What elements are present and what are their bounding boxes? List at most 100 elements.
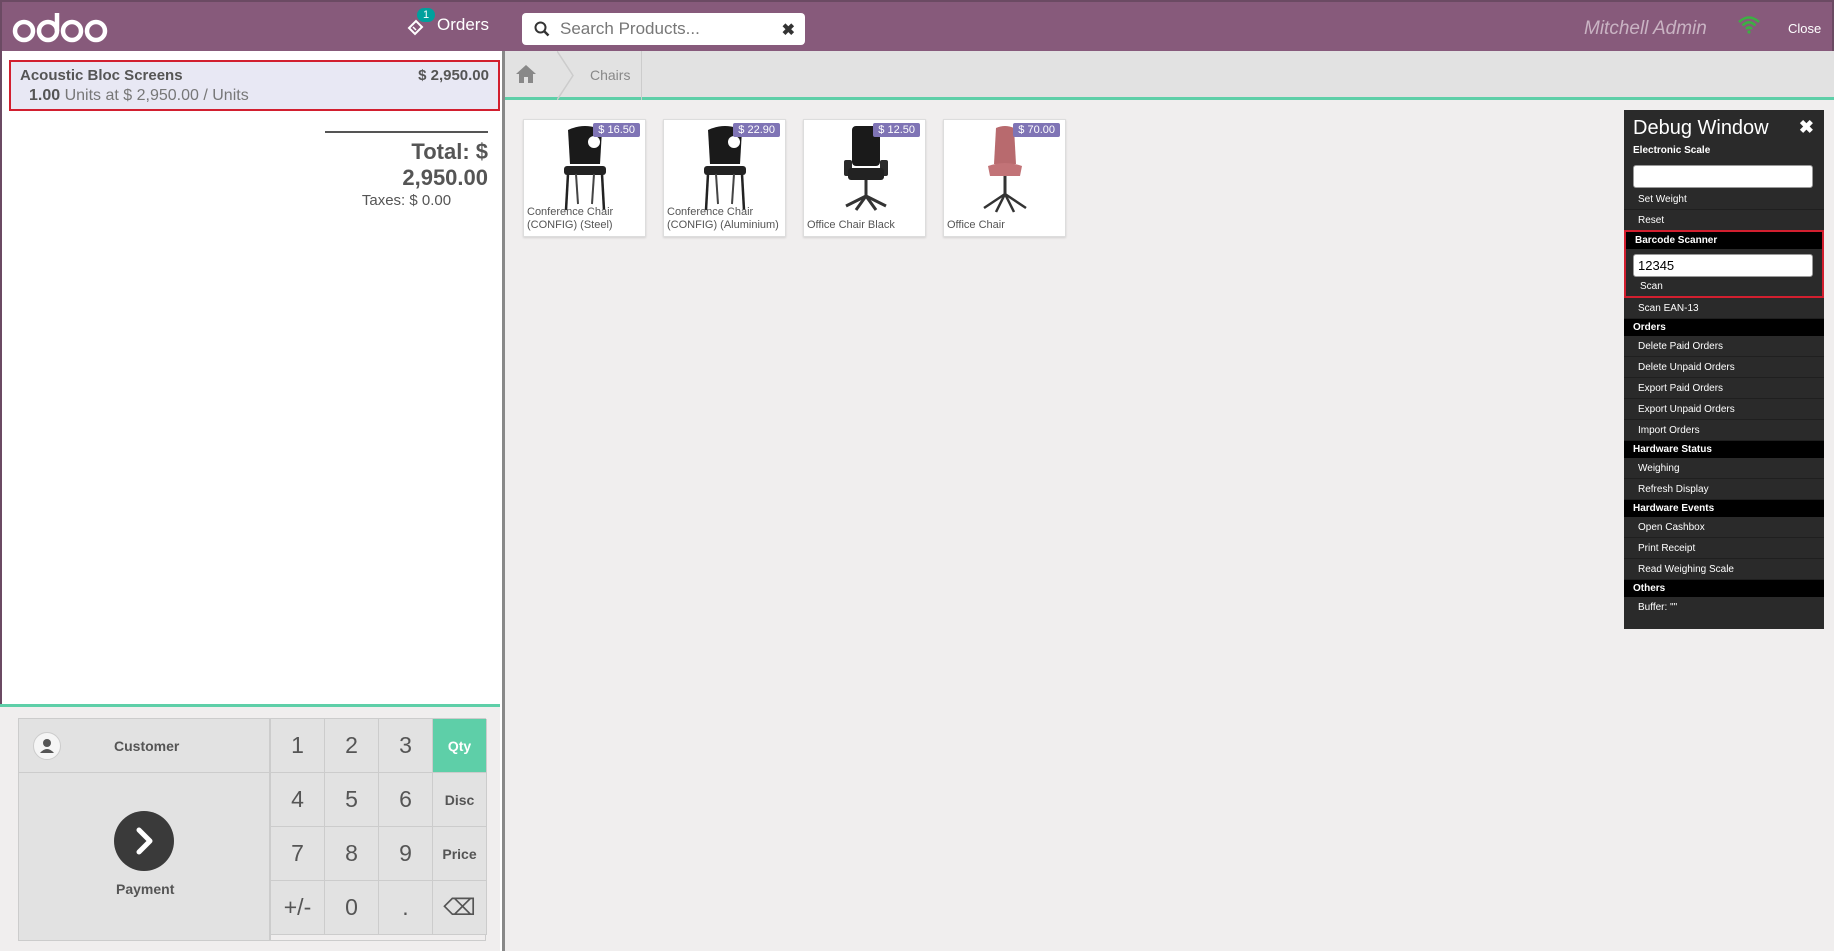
orders-count-badge: 1	[417, 8, 436, 22]
debug-section-hardware-status: Hardware Status	[1624, 441, 1824, 458]
set-weight-button[interactable]: Set Weight	[1624, 189, 1824, 210]
breadcrumb-separator	[557, 51, 574, 100]
open-cashbox-button[interactable]: Open Cashbox	[1624, 517, 1824, 538]
debug-section-electronic-scale: Electronic Scale	[1633, 145, 1711, 156]
debug-section-orders: Orders	[1624, 319, 1824, 336]
user-name[interactable]: Mitchell Admin	[1584, 18, 1707, 40]
debug-section-hardware-events: Hardware Events	[1624, 500, 1824, 517]
breadcrumb-divider	[641, 51, 642, 100]
numpad-key-8[interactable]: 8	[325, 827, 379, 881]
payment-arrow-icon	[114, 811, 174, 871]
close-button[interactable]: Close	[1788, 21, 1821, 36]
numpad-key-6[interactable]: 6	[379, 773, 433, 827]
numpad-key-plus-minus[interactable]: +/-	[271, 881, 325, 935]
order-taxes: Taxes: $ 0.00	[361, 192, 452, 209]
product-price-tag: $ 70.00	[1013, 123, 1060, 137]
payment-button[interactable]: Payment	[19, 773, 269, 940]
product-price-tag: $ 16.50	[593, 123, 640, 137]
buffer-readout: Buffer: ""	[1638, 602, 1678, 613]
order-line-product-name: Acoustic Bloc Screens	[20, 67, 183, 84]
mode-disc-button[interactable]: Disc	[433, 773, 487, 827]
search-box: ✖	[522, 13, 805, 45]
export-paid-orders-button[interactable]: Export Paid Orders	[1624, 378, 1824, 399]
reset-button[interactable]: Reset	[1624, 210, 1824, 231]
numpad-key-5[interactable]: 5	[325, 773, 379, 827]
ticket-icon: 1	[407, 8, 436, 36]
payment-label: Payment	[116, 881, 175, 897]
product-card[interactable]: $ 70.00 Office Chair	[943, 119, 1066, 237]
scan-ean13-button[interactable]: Scan EAN-13	[1624, 298, 1824, 319]
office-chair-pink-image	[983, 126, 1027, 213]
product-price-tag: $ 22.90	[733, 123, 780, 137]
home-icon[interactable]	[515, 64, 537, 84]
control-panel: Customer Payment 1 2 3 Qty 4 5 6 Disc 7 …	[0, 704, 500, 951]
product-card[interactable]: $ 22.90 Conference Chair (CONFIG) (Alumi…	[663, 119, 786, 237]
product-name-line: Office Chair Black	[807, 219, 895, 231]
debug-window: Debug Window ✖ Electronic Scale Set Weig…	[1624, 110, 1824, 629]
mode-price-button[interactable]: Price	[433, 827, 487, 881]
black-chair-image	[704, 126, 746, 211]
search-icon	[534, 21, 550, 37]
read-weighing-scale-button[interactable]: Read Weighing Scale	[1624, 559, 1824, 580]
debug-title: Debug Window	[1633, 117, 1769, 139]
debug-section-others: Others	[1624, 580, 1824, 597]
refresh-display-button[interactable]: Refresh Display	[1624, 479, 1824, 500]
numpad: 1 2 3 Qty 4 5 6 Disc 7 8 9 Price +/- 0 .…	[270, 718, 487, 941]
weighing-status[interactable]: Weighing	[1624, 458, 1824, 479]
action-pad: Customer Payment	[18, 718, 270, 941]
black-chair-image	[564, 126, 606, 211]
product-price-tag: $ 12.50	[873, 123, 920, 137]
mode-qty-button[interactable]: Qty	[433, 719, 487, 773]
numpad-key-7[interactable]: 7	[271, 827, 325, 881]
customer-label: Customer	[114, 738, 180, 754]
import-orders-button[interactable]: Import Orders	[1624, 420, 1824, 441]
numpad-key-dot[interactable]: .	[379, 881, 433, 935]
product-name: Conference Chair (CONFIG) (Aluminium)	[667, 206, 779, 232]
search-clear-icon[interactable]: ✖	[782, 20, 795, 40]
product-name: Office Chair	[947, 219, 1005, 232]
order-line-info: 1.00 Units at $ 2,950.00 / Units	[29, 87, 249, 105]
numpad-key-9[interactable]: 9	[379, 827, 433, 881]
delete-unpaid-orders-button[interactable]: Delete Unpaid Orders	[1624, 357, 1824, 378]
customer-avatar-icon	[33, 732, 61, 760]
product-card[interactable]: $ 16.50 Conference Chair (CONFIG) (Steel…	[523, 119, 646, 237]
product-card[interactable]: $ 12.50 Office Chair Black	[803, 119, 926, 237]
order-line-unit-info: Units at $ 2,950.00 / Units	[64, 87, 249, 104]
numpad-key-4[interactable]: 4	[271, 773, 325, 827]
odoo-logo[interactable]	[12, 7, 112, 47]
numpad-key-0[interactable]: 0	[325, 881, 379, 935]
order-line-qty: 1.00	[29, 87, 61, 104]
debug-section-barcode-scanner: Barcode Scanner	[1626, 232, 1822, 249]
product-name: Office Chair Black	[807, 219, 895, 232]
product-name-line: Conference Chair	[667, 206, 754, 218]
product-name-line: (CONFIG) (Aluminium)	[667, 219, 779, 231]
product-name-line: Office Chair	[947, 219, 1005, 231]
weight-input[interactable]	[1633, 165, 1813, 188]
delete-paid-orders-button[interactable]: Delete Paid Orders	[1624, 336, 1824, 357]
numpad-key-3[interactable]: 3	[379, 719, 433, 773]
product-name: Conference Chair (CONFIG) (Steel)	[527, 206, 613, 232]
order-summary: Total: $ 2,950.00 Taxes: $ 0.00	[325, 131, 488, 209]
product-name-line: (CONFIG) (Steel)	[527, 219, 613, 231]
orders-label: Orders	[437, 15, 489, 34]
breadcrumb-category-chairs[interactable]: Chairs	[590, 67, 630, 83]
wifi-icon	[1738, 16, 1760, 34]
top-header: 1 Orders ✖ Mitchell Admin Close	[0, 0, 1834, 51]
customer-button[interactable]: Customer	[19, 719, 269, 773]
product-name-line: Conference Chair	[527, 206, 614, 218]
breadcrumb: Chairs	[505, 51, 1834, 100]
scan-button[interactable]: Scan	[1626, 276, 1822, 297]
debug-close-icon[interactable]: ✖	[1799, 117, 1814, 138]
office-chair-black-image	[844, 126, 888, 211]
search-input[interactable]	[560, 19, 770, 39]
order-total: Total: $ 2,950.00	[402, 139, 488, 190]
orders-button[interactable]: 1 Orders	[407, 8, 489, 36]
export-unpaid-orders-button[interactable]: Export Unpaid Orders	[1624, 399, 1824, 420]
print-receipt-button[interactable]: Print Receipt	[1624, 538, 1824, 559]
numpad-key-2[interactable]: 2	[325, 719, 379, 773]
numpad-key-1[interactable]: 1	[271, 719, 325, 773]
backspace-icon[interactable]: ⌫	[433, 881, 487, 935]
order-line-selected[interactable]: Acoustic Bloc Screens $ 2,950.00 1.00 Un…	[9, 60, 500, 111]
barcode-input[interactable]	[1633, 254, 1813, 277]
order-line-price: $ 2,950.00	[418, 67, 489, 84]
